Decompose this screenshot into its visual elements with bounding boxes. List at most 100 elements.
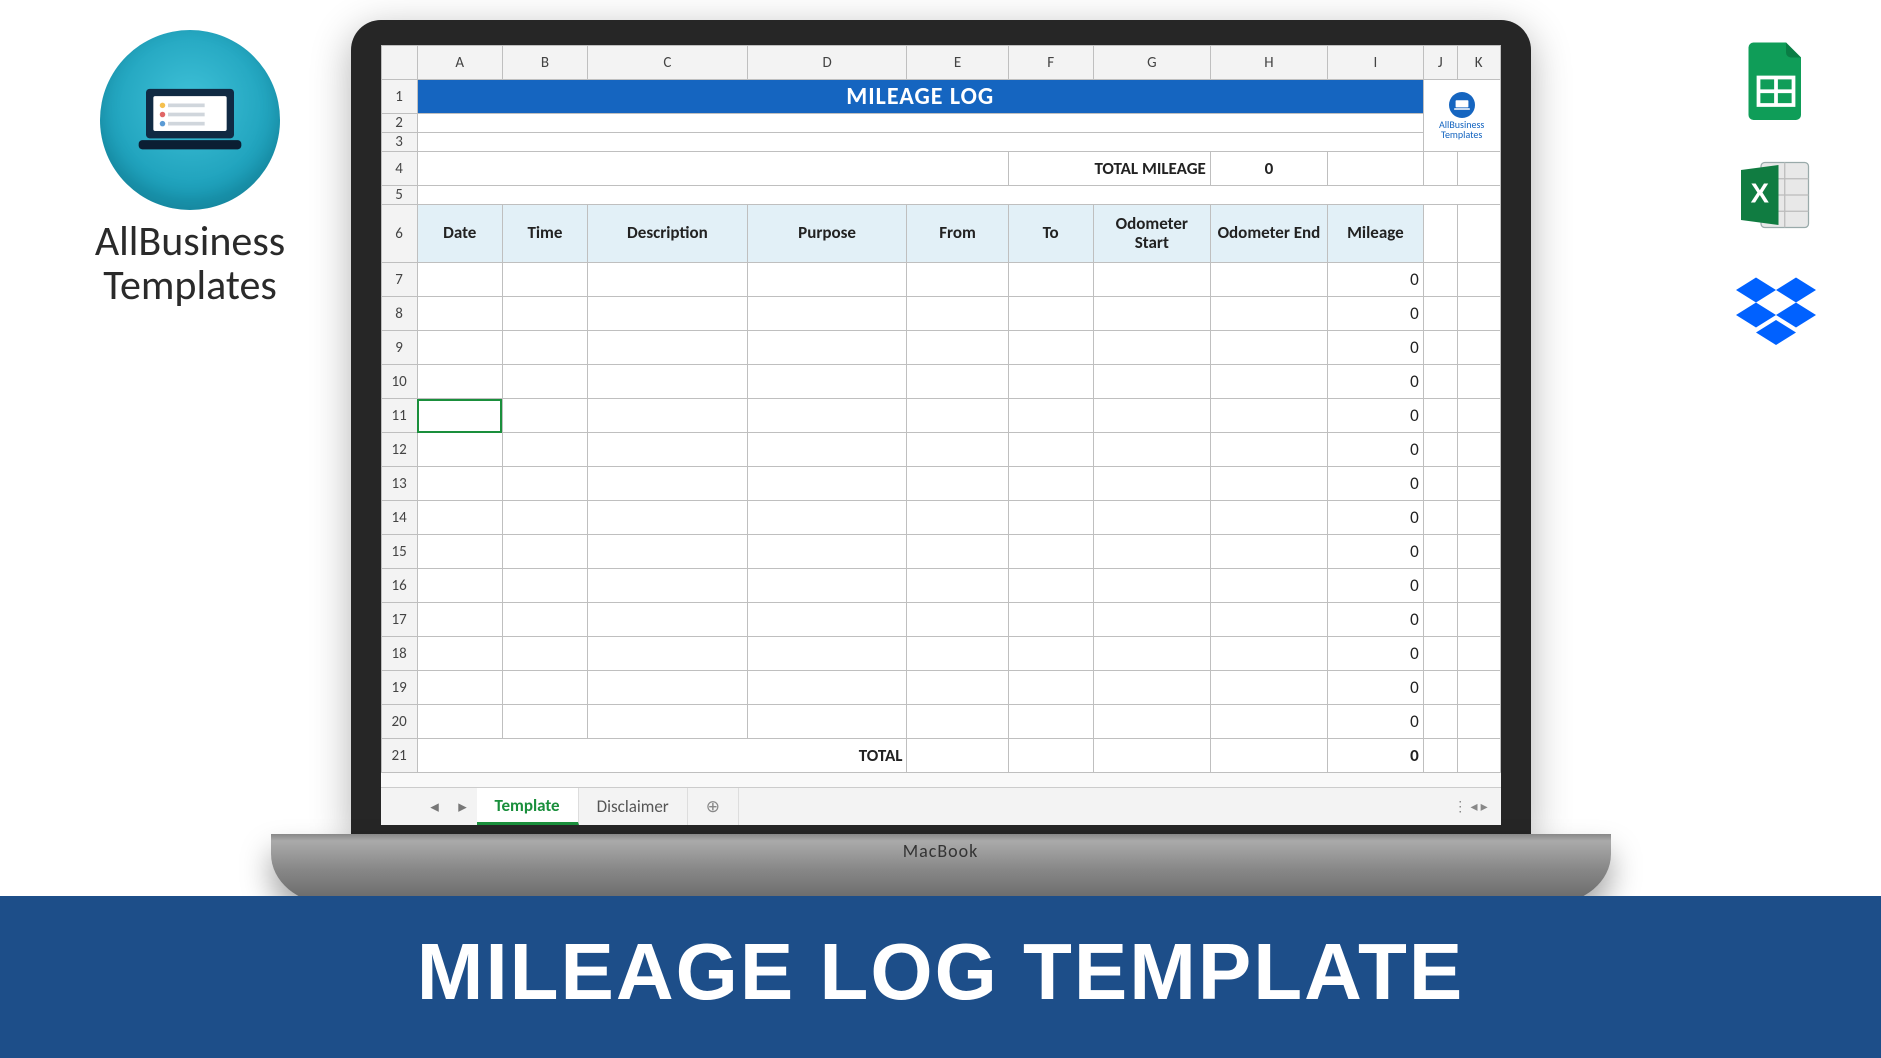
mileage-cell[interactable]: 0 <box>1327 263 1423 297</box>
cell[interactable] <box>417 467 502 501</box>
cell[interactable] <box>417 365 502 399</box>
cell[interactable] <box>1423 152 1457 186</box>
col-header[interactable]: J <box>1423 46 1457 80</box>
row-header[interactable]: 17 <box>381 603 417 637</box>
total-label[interactable]: TOTAL <box>417 739 907 773</box>
th-from[interactable]: From <box>907 205 1008 263</box>
cell[interactable] <box>417 433 502 467</box>
cell[interactable] <box>1210 637 1327 671</box>
cell[interactable] <box>502 399 587 433</box>
cell[interactable] <box>502 603 587 637</box>
cell[interactable] <box>1093 297 1210 331</box>
cell[interactable] <box>1457 603 1500 637</box>
cell[interactable] <box>1457 467 1500 501</box>
cell[interactable] <box>1423 603 1457 637</box>
cell[interactable] <box>747 705 907 739</box>
cell[interactable] <box>1093 331 1210 365</box>
cell[interactable] <box>1210 569 1327 603</box>
cell[interactable] <box>1423 433 1457 467</box>
col-header[interactable]: D <box>747 46 907 80</box>
cell[interactable] <box>588 671 748 705</box>
cell[interactable] <box>1008 263 1093 297</box>
cell[interactable] <box>1093 739 1210 773</box>
cell[interactable] <box>747 399 907 433</box>
cell[interactable] <box>747 603 907 637</box>
cell[interactable] <box>1008 399 1093 433</box>
col-header[interactable]: F <box>1008 46 1093 80</box>
cell[interactable] <box>907 263 1008 297</box>
mileage-cell[interactable]: 0 <box>1327 433 1423 467</box>
tab-template[interactable]: Template <box>477 788 579 825</box>
row-header[interactable]: 15 <box>381 535 417 569</box>
th-time[interactable]: Time <box>502 205 587 263</box>
cell[interactable] <box>1008 705 1093 739</box>
cell[interactable] <box>1210 263 1327 297</box>
row-header[interactable]: 1 <box>381 80 417 114</box>
cell[interactable] <box>1423 297 1457 331</box>
col-header[interactable]: K <box>1457 46 1500 80</box>
cell[interactable] <box>417 603 502 637</box>
cell[interactable] <box>502 331 587 365</box>
cell[interactable] <box>907 433 1008 467</box>
cell[interactable] <box>1008 365 1093 399</box>
cell[interactable] <box>1210 365 1327 399</box>
cell[interactable] <box>502 263 587 297</box>
mileage-cell[interactable]: 0 <box>1327 671 1423 705</box>
row-header[interactable]: 18 <box>381 637 417 671</box>
th-odo-end[interactable]: Odometer End <box>1210 205 1327 263</box>
mileage-cell[interactable]: 0 <box>1327 501 1423 535</box>
mileage-cell[interactable]: 0 <box>1327 569 1423 603</box>
col-header[interactable]: H <box>1210 46 1327 80</box>
row-header[interactable]: 6 <box>381 205 417 263</box>
cell[interactable] <box>417 399 502 433</box>
cell[interactable] <box>1008 671 1093 705</box>
cell[interactable] <box>747 331 907 365</box>
cell[interactable] <box>1008 603 1093 637</box>
excel-icon[interactable]: X <box>1736 155 1816 235</box>
row-header[interactable]: 21 <box>381 739 417 773</box>
cell[interactable] <box>502 433 587 467</box>
cell[interactable] <box>417 186 1500 205</box>
cell[interactable] <box>417 671 502 705</box>
cell[interactable] <box>1008 637 1093 671</box>
total-value[interactable]: 0 <box>1327 739 1423 773</box>
cell[interactable] <box>417 637 502 671</box>
cell[interactable] <box>1093 365 1210 399</box>
cell[interactable] <box>1093 263 1210 297</box>
mileage-cell[interactable]: 0 <box>1327 399 1423 433</box>
cell[interactable] <box>1093 399 1210 433</box>
cell[interactable] <box>1423 705 1457 739</box>
col-header[interactable]: I <box>1327 46 1423 80</box>
cell[interactable] <box>1093 467 1210 501</box>
cell[interactable] <box>1210 433 1327 467</box>
mileage-cell[interactable]: 0 <box>1327 331 1423 365</box>
cell[interactable] <box>1093 603 1210 637</box>
cell[interactable] <box>417 152 1008 186</box>
cell[interactable] <box>1423 331 1457 365</box>
cell[interactable] <box>907 603 1008 637</box>
title-banner[interactable]: MILEAGE LOG <box>417 80 1423 114</box>
cell[interactable] <box>747 637 907 671</box>
cell[interactable] <box>502 705 587 739</box>
cell[interactable] <box>1457 501 1500 535</box>
cell[interactable] <box>1457 331 1500 365</box>
row-header[interactable]: 5 <box>381 186 417 205</box>
cell[interactable] <box>1093 535 1210 569</box>
cell[interactable] <box>588 467 748 501</box>
cell[interactable] <box>1457 637 1500 671</box>
hscroll-controls[interactable]: ⋮ ◂ ▸ <box>1441 788 1501 825</box>
cell[interactable] <box>907 297 1008 331</box>
cell[interactable] <box>1457 205 1500 263</box>
col-header[interactable]: A <box>417 46 502 80</box>
cell[interactable] <box>907 671 1008 705</box>
cell[interactable] <box>907 365 1008 399</box>
cell[interactable] <box>417 331 502 365</box>
cell[interactable] <box>907 501 1008 535</box>
cell[interactable] <box>1210 297 1327 331</box>
cell[interactable] <box>907 637 1008 671</box>
cell[interactable] <box>1423 569 1457 603</box>
cell[interactable] <box>907 331 1008 365</box>
cell[interactable] <box>588 569 748 603</box>
tab-add[interactable]: ⊕ <box>688 788 739 825</box>
cell[interactable] <box>1008 331 1093 365</box>
